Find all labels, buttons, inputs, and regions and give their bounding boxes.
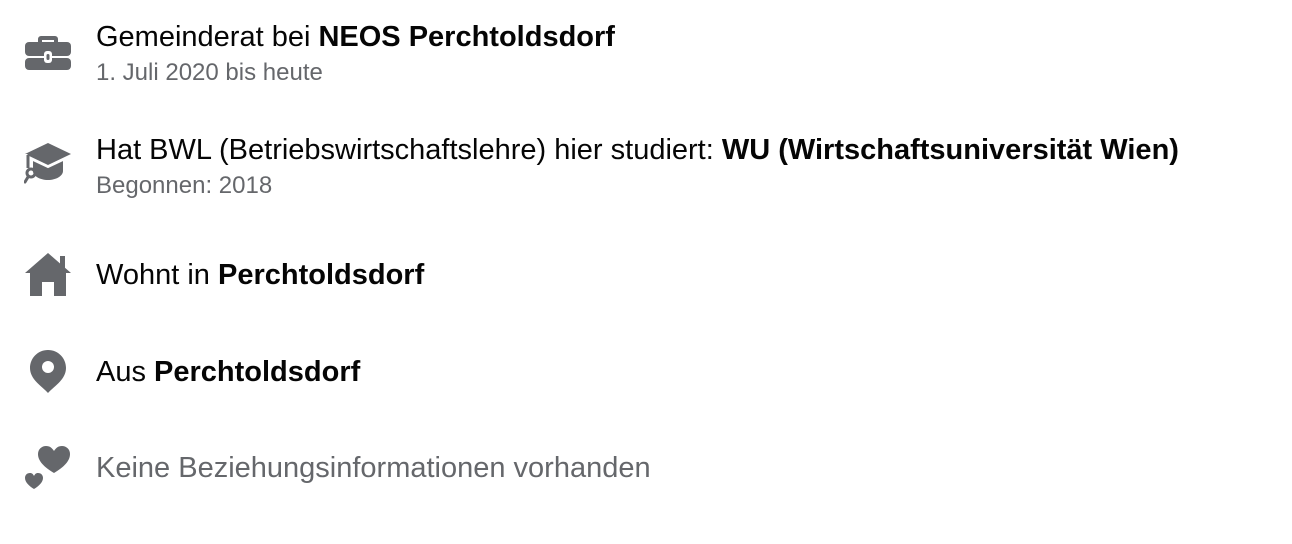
hometown-city-link[interactable]: Perchtoldsdorf — [154, 356, 360, 388]
location-pin-icon — [24, 347, 72, 395]
work-title: Gemeinderat bei NEOS Perchtoldsdorf — [96, 20, 615, 54]
graduation-cap-icon — [24, 139, 72, 187]
work-prefix: Gemeinderat bei — [96, 21, 319, 53]
lives-in-prefix: Wohnt in — [96, 259, 218, 291]
education-title: Hat BWL (Betriebswirtschaftslehre) hier … — [96, 133, 1179, 167]
hometown-prefix: Aus — [96, 356, 155, 388]
education-text: Hat BWL (Betriebswirtschaftslehre) hier … — [96, 133, 1179, 201]
briefcase-icon — [24, 26, 72, 74]
home-icon — [24, 250, 72, 298]
relationship-text: Keine Beziehungsinformationen vorhanden — [96, 452, 651, 484]
work-employer-link[interactable]: NEOS Perchtoldsdorf — [318, 21, 615, 53]
hometown-text: Aus Perchtoldsdorf — [96, 355, 360, 389]
work-text: Gemeinderat bei NEOS Perchtoldsdorf 1. J… — [96, 20, 615, 88]
education-school-link[interactable]: WU (Wirtschaftsuniversität Wien) — [722, 134, 1179, 166]
education-dates: Begonnen: 2018 — [96, 172, 273, 199]
work-dates: 1. Juli 2020 bis heute — [96, 59, 323, 86]
hearts-icon — [24, 443, 72, 491]
education-prefix: Hat BWL (Betriebswirtschaftslehre) hier … — [96, 134, 722, 166]
lives-in-city-link[interactable]: Perchtoldsdorf — [218, 259, 424, 291]
lives-in-text: Wohnt in Perchtoldsdorf — [96, 258, 424, 292]
